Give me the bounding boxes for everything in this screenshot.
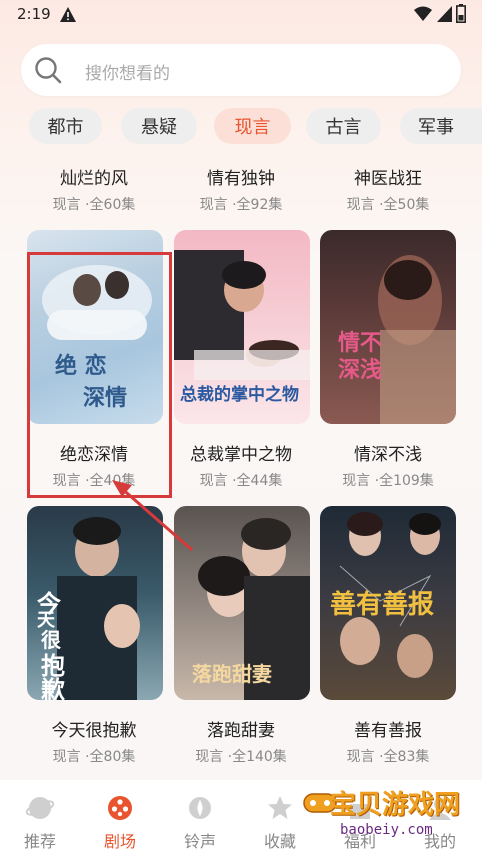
drama-meta: 现言 ·全109集 [342,473,434,489]
drama-meta: 现言 ·全140集 [195,749,287,765]
wifi-icon [414,6,432,21]
category-tab-xuanyi[interactable]: 悬疑 [121,108,197,144]
category-tab-dushi[interactable]: 都市 [29,108,102,144]
drama-poster[interactable]: 善有善报 [320,506,456,700]
drama-meta: 现言 ·全92集 [199,197,283,213]
nav-item-recommend[interactable]: 推荐 [0,780,80,858]
poster-title-line: 落跑甜妻 [192,662,272,686]
watermark: 宝贝游戏网 baobeiy.com [300,778,480,858]
poster-title-line: 善有善报 [330,590,435,620]
theater-icon [108,796,132,820]
status-time: 2:19 [17,5,51,23]
drama-poster[interactable]: 总裁的掌中之物 [174,230,310,424]
favorite-icon [268,796,292,819]
drama-title[interactable]: 总裁掌中之物 [171,440,311,465]
drama-title[interactable]: 情有独钟 [171,164,311,189]
search-bar[interactable]: 搜你想看的 [21,44,461,96]
drama-meta: 现言 ·全83集 [346,749,430,765]
signal-icon [437,6,452,22]
category-tab-xianyan[interactable]: 现言 [214,108,291,144]
watermark-url: baobeiy.com [340,822,433,838]
battery-icon [456,4,466,23]
drama-title[interactable]: 情深不浅 [318,440,458,465]
drama-title[interactable]: 灿烂的风 [24,164,164,189]
poster-title-line: 歉 [41,675,65,700]
drama-meta: 现言 ·全80集 [52,749,136,765]
warning-icon [60,7,76,22]
poster-title-line: 总裁的掌中之物 [180,385,299,405]
ringtone-icon [189,797,211,819]
drama-title[interactable]: 神医战狂 [318,164,458,189]
nav-label: 推荐 [23,832,56,851]
nav-label: 剧场 [103,832,136,851]
drama-poster[interactable]: 情不 深浅 [320,230,456,424]
drama-title[interactable]: 落跑甜妻 [171,716,311,741]
poster-title-line: 深浅 [338,357,383,383]
category-tab-junshi[interactable]: 军事 [400,108,482,144]
nav-item-ringtone[interactable]: 铃声 [160,780,240,858]
recommend-icon [26,797,54,819]
search-icon [35,57,62,84]
nav-label: 铃声 [183,832,216,851]
highlight-box [27,252,172,498]
drama-meta: 现言 ·全50集 [346,197,430,213]
search-placeholder: 搜你想看的 [85,64,170,84]
category-tab-guyan[interactable]: 古言 [306,108,381,144]
status-bar: 2:19 [0,0,482,30]
drama-meta: 现言 ·全60集 [52,197,136,213]
nav-item-theater[interactable]: 剧场 [80,780,160,858]
drama-title[interactable]: 今天很抱歉 [24,716,164,741]
watermark-title: 宝贝游戏网 [330,790,461,820]
drama-title[interactable]: 善有善报 [318,716,458,741]
annotation-arrow [112,480,193,552]
